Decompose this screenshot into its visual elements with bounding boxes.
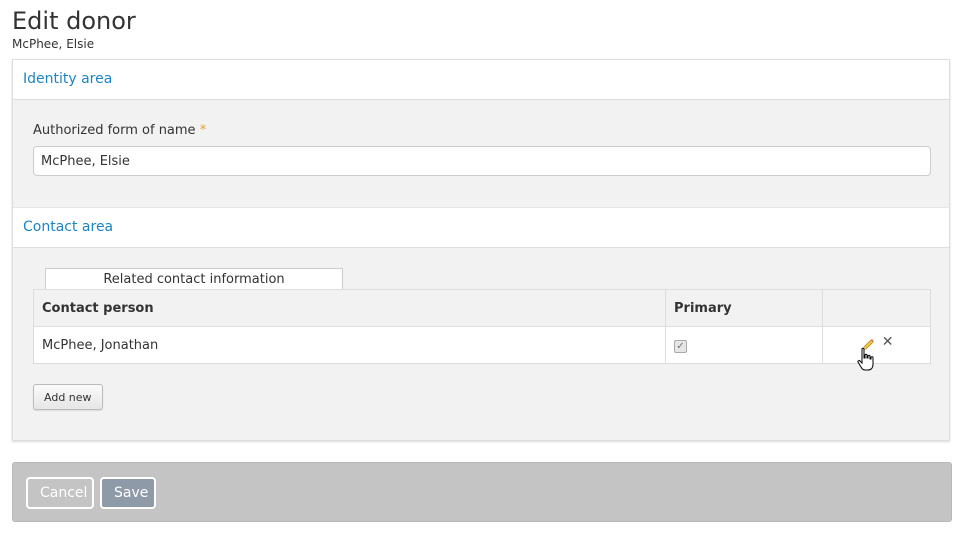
pencil-icon[interactable] [860, 337, 876, 353]
page-title: Edit donor [12, 7, 136, 35]
save-button[interactable]: Save [100, 477, 156, 509]
column-header-primary: Primary [665, 289, 823, 327]
column-header-actions [822, 289, 931, 327]
cancel-button[interactable]: Cancel [26, 477, 94, 509]
form-actions-bar: Cancel Save [12, 462, 952, 522]
identity-area-title[interactable]: Identity area [23, 71, 112, 87]
page-header: Edit donor McPhee, Elsie [12, 6, 136, 51]
row-actions-cell: ✕ [822, 326, 931, 364]
authorized-name-label: Authorized form of name * [33, 123, 206, 138]
edit-donor-form: Identity area Authorized form of name * … [12, 59, 950, 441]
identity-area-header[interactable]: Identity area [13, 60, 949, 100]
primary-cell: ✓ [665, 326, 823, 364]
related-contact-tab: Related contact information [45, 268, 343, 290]
contact-area-title[interactable]: Contact area [23, 219, 113, 235]
column-header-contact-person: Contact person [33, 289, 666, 327]
contact-person-cell: McPhee, Jonathan [33, 326, 666, 364]
authorized-name-input[interactable] [33, 146, 931, 176]
table-row: McPhee, Jonathan ✓ ✕ [33, 326, 931, 364]
add-new-button[interactable]: Add new [33, 384, 103, 410]
primary-checkbox[interactable]: ✓ [674, 339, 687, 353]
required-marker: * [199, 123, 207, 138]
close-icon[interactable]: ✕ [882, 334, 894, 350]
contact-area-header[interactable]: Contact area [13, 207, 949, 248]
page-subtitle: McPhee, Elsie [12, 37, 95, 51]
table-header-row: Contact person Primary [33, 289, 931, 327]
related-contacts-table: Contact person Primary McPhee, Jonathan … [33, 289, 931, 364]
authorized-name-label-text: Authorized form of name [33, 123, 196, 138]
